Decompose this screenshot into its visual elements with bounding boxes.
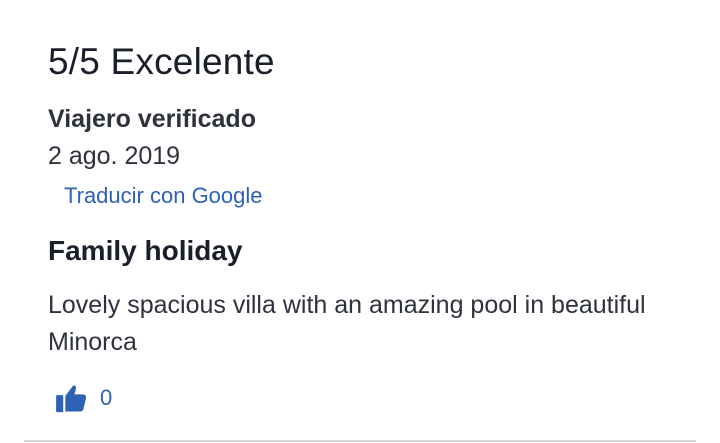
helpful-count: 0 [100, 385, 113, 410]
review-date: 2 ago. 2019 [48, 142, 181, 170]
thumbs-up-icon [54, 381, 88, 415]
review-heading: Family holiday [48, 235, 243, 266]
review-body: Lovely spacious villa with an amazing po… [48, 291, 646, 356]
helpful-button[interactable]: 0 [54, 380, 112, 416]
review-card: 5/5 Excelente Viajero verificado 2 ago. … [0, 0, 720, 443]
reviewer-name: Viajero verificado [48, 105, 256, 133]
divider [24, 440, 696, 442]
rating-title: 5/5 Excelente [48, 41, 275, 82]
translate-with-google-link[interactable]: Traducir con Google [64, 182, 263, 210]
